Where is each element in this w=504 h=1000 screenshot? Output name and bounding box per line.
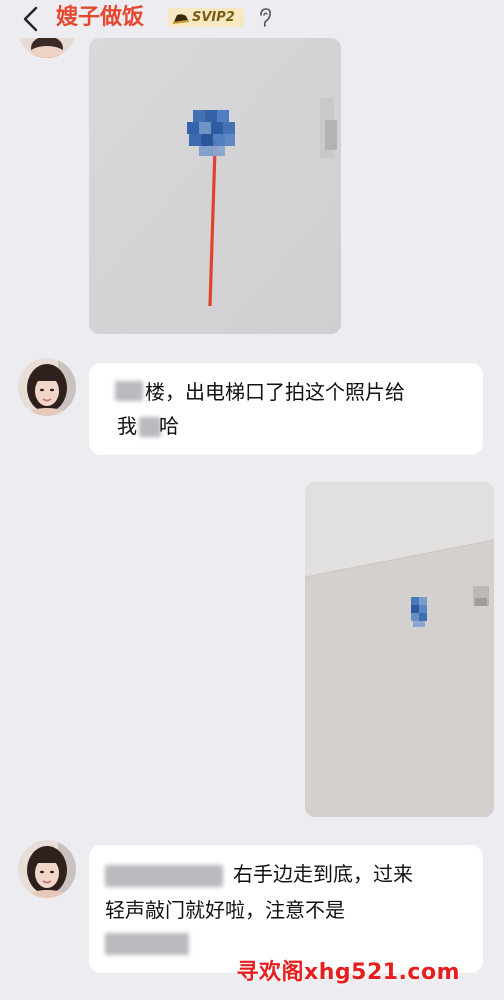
- avatar[interactable]: [18, 358, 76, 416]
- redacted-text: [115, 381, 143, 401]
- chevron-left-icon[interactable]: [22, 6, 40, 32]
- image-message[interactable]: [305, 482, 494, 817]
- vip-label: SVIP2: [192, 10, 235, 25]
- hat-icon: [173, 13, 189, 24]
- redacted-text: [105, 865, 223, 887]
- message-line: 轻声敲门就好啦，注意不是: [105, 898, 345, 922]
- redacted-text: [105, 933, 189, 955]
- avatar[interactable]: [18, 840, 76, 898]
- ear-icon[interactable]: [258, 7, 272, 29]
- chat-header: 嫂子做饭 SVIP2: [0, 0, 504, 38]
- redacted-text: [139, 417, 161, 437]
- text-message[interactable]: 楼，出电梯口了拍这个照片给 我 哈: [89, 363, 483, 455]
- message-line: 哈: [159, 414, 179, 438]
- vip-badge: SVIP2: [168, 8, 244, 27]
- message-line: 楼，出电梯口了拍这个照片给: [145, 380, 405, 404]
- message-line: 右手边走到底，过来: [233, 862, 413, 886]
- watermark: 寻欢阁xhg521.com: [236, 960, 460, 985]
- message-line: 我: [117, 414, 137, 438]
- image-message[interactable]: [89, 38, 341, 334]
- chat-title[interactable]: 嫂子做饭: [56, 4, 144, 32]
